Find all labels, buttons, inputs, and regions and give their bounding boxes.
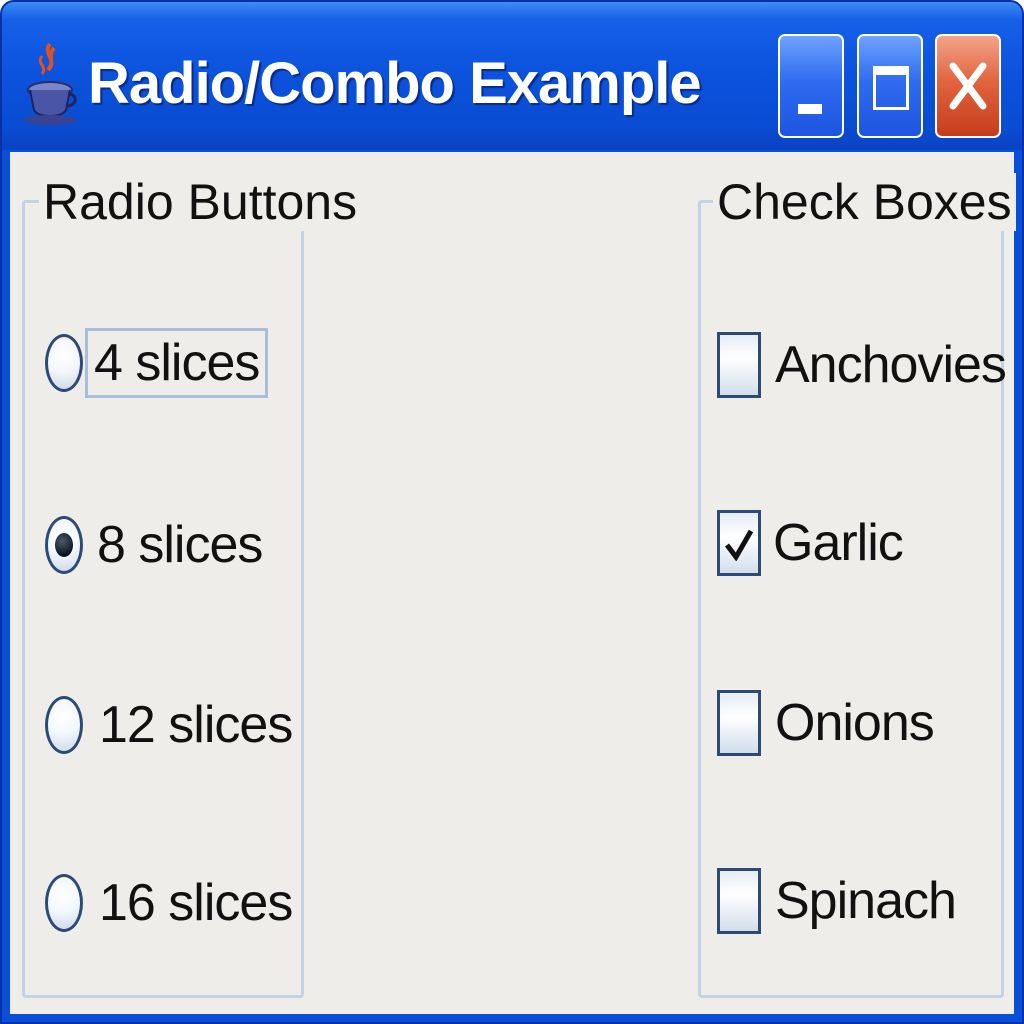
checkbox-option-anchovies[interactable]: Anchovies	[717, 325, 1007, 405]
radio-option-label: 8 slices	[97, 516, 263, 574]
window-title: Radio/Combo Example	[88, 51, 702, 116]
checkbox[interactable]	[717, 332, 761, 398]
checkbox[interactable]	[717, 510, 761, 576]
checkbox-option-label: Anchovies	[775, 336, 1007, 394]
check-group-title: Check Boxes	[713, 173, 1016, 231]
checkbox-option-garlic[interactable]: Garlic	[717, 503, 904, 583]
radio-option-label: 12 slices	[99, 696, 293, 754]
close-button[interactable]	[935, 34, 1001, 138]
app-window: Radio/Combo Example Radio Buttons 4 slic…	[0, 0, 1024, 1024]
maximize-button[interactable]	[857, 34, 923, 138]
radio-group-title: Radio Buttons	[39, 173, 362, 231]
close-icon	[949, 62, 987, 110]
checkbox-option-label: Spinach	[775, 872, 957, 930]
radio-button[interactable]	[45, 696, 83, 754]
java-cup-icon	[24, 42, 77, 125]
checkmark-icon	[725, 529, 754, 561]
radio-option-label: 16 slices	[99, 874, 293, 932]
radio-button[interactable]	[45, 516, 83, 574]
content-pane: Radio Buttons 4 slices 8 slices 12 slice…	[10, 152, 1016, 1014]
checkbox-option-label: Garlic	[773, 514, 904, 572]
check-boxes-group: Check Boxes Anchovies Garlic Onions Spin…	[698, 173, 1016, 998]
checkbox[interactable]	[717, 690, 761, 756]
radio-buttons-group: Radio Buttons 4 slices 8 slices 12 slice…	[22, 173, 362, 998]
radio-option-4-slices[interactable]: 4 slices	[45, 323, 269, 403]
checkbox-option-spinach[interactable]: Spinach	[717, 861, 957, 941]
radio-option-16-slices[interactable]: 16 slices	[45, 863, 293, 943]
maximize-icon	[873, 66, 909, 110]
window-bottom-border	[2, 1014, 1022, 1022]
minimize-button[interactable]	[778, 34, 844, 138]
radio-option-8-slices[interactable]: 8 slices	[45, 505, 263, 585]
radio-option-12-slices[interactable]: 12 slices	[45, 685, 293, 765]
checkbox-option-onions[interactable]: Onions	[717, 683, 935, 763]
checkbox-option-label: Onions	[775, 694, 935, 752]
title-bar[interactable]: Radio/Combo Example	[2, 2, 1022, 150]
checkbox[interactable]	[717, 868, 761, 934]
radio-button[interactable]	[45, 874, 83, 932]
radio-button[interactable]	[45, 334, 83, 392]
radio-selected-dot	[55, 533, 73, 557]
minimize-icon	[798, 104, 822, 114]
radio-option-label: 4 slices	[85, 328, 269, 398]
